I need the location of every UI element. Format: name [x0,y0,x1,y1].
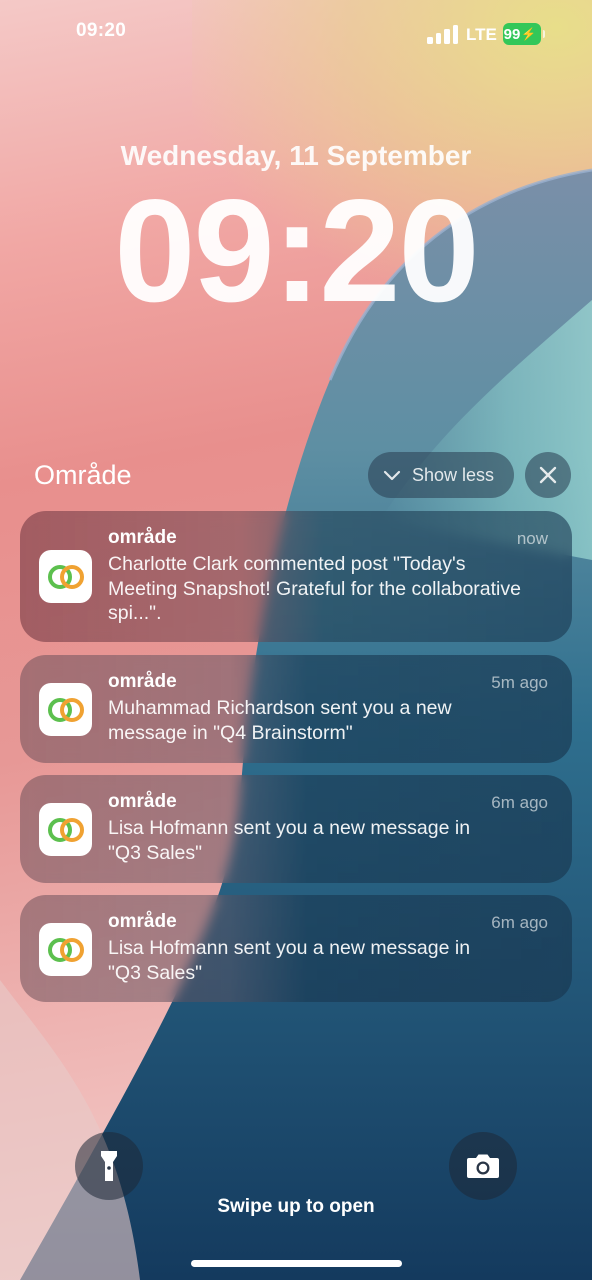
show-less-button[interactable]: Show less [368,452,514,498]
app-icon [39,683,92,736]
notification-body: Lisa Hofmann sent you a new message in "… [108,817,471,864]
battery-level: 99 [503,25,521,43]
home-indicator[interactable] [191,1260,402,1267]
flashlight-button[interactable] [75,1132,143,1200]
show-less-label: Show less [412,464,495,485]
camera-icon [467,1154,499,1178]
notification-app-name: område [108,911,177,932]
chevron-down-icon [383,470,401,481]
notification-card[interactable]: område 6m ago Lisa Hofmann sent you a ne… [20,895,572,1002]
notification-time: 6m ago [491,913,548,932]
lock-date: Wednesday, 11 September [120,140,472,171]
camera-button[interactable] [449,1132,517,1200]
notification-app-name: område [108,527,177,548]
notification-card[interactable]: område now Charlotte Clark commented pos… [20,511,572,642]
notification-group-title: Område [34,460,132,490]
overlapping-rings-icon [48,818,84,842]
app-icon [39,550,92,603]
charging-bolt-icon: ⚡ [521,27,537,41]
notification-card[interactable]: område 6m ago Lisa Hofmann sent you a ne… [20,775,572,883]
cellular-signal-icon [427,24,459,44]
swipe-up-hint: Swipe up to open [217,1196,375,1217]
battery-indicator: 99 ⚡ [503,23,545,45]
app-icon [39,923,92,976]
flashlight-icon [101,1151,117,1181]
notification-body: Charlotte Clark commented post "Today's … [108,553,521,624]
app-icon [39,803,92,856]
overlapping-rings-icon [48,698,84,722]
notification-card[interactable]: område 5m ago Muhammad Richardson sent y… [20,655,572,763]
overlapping-rings-icon [48,938,84,962]
network-type: LTE [466,25,497,44]
status-time: 09:20 [76,20,127,41]
overlapping-rings-icon [48,565,84,589]
notification-app-name: område [108,671,177,692]
status-bar: 09:20 LTE 99 ⚡ [0,0,592,62]
notification-time: 6m ago [491,793,548,812]
notification-time: 5m ago [491,673,548,692]
lock-clock: 09:20 [114,169,479,332]
clear-notifications-button[interactable] [525,452,571,498]
notification-app-name: område [108,791,177,812]
close-icon [539,466,557,484]
notification-time: now [516,529,548,548]
notification-body: Lisa Hofmann sent you a new message in "… [108,937,471,984]
notification-body: Muhammad Richardson sent you a new messa… [108,697,452,744]
